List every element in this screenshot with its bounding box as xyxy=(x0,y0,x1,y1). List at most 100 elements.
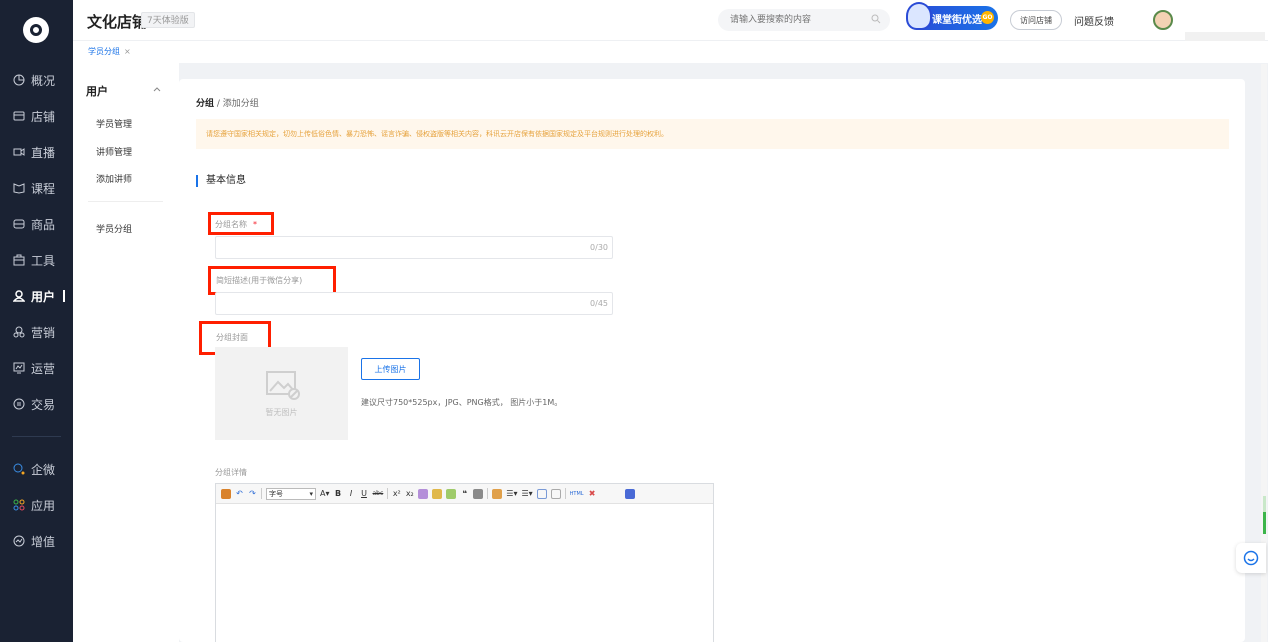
sidebar-item-label: 课程 xyxy=(31,181,56,196)
undo-icon[interactable]: ↶ xyxy=(235,488,244,499)
image-placeholder-icon xyxy=(266,371,300,400)
toolbar-separator xyxy=(564,488,566,499)
subnav-item-teacher-management[interactable]: 讲师管理 xyxy=(96,145,132,158)
fullscreen-icon[interactable] xyxy=(624,488,635,499)
sidebar-item-apps[interactable]: 应用 xyxy=(0,487,73,523)
promo-banner[interactable]: 课堂街优选 GO xyxy=(906,2,998,30)
sidebar-item-label: 营销 xyxy=(31,325,56,340)
sidebar-item-users[interactable]: 用户 xyxy=(0,278,73,314)
format-brush-icon[interactable] xyxy=(432,488,443,499)
search-input[interactable] xyxy=(718,9,890,31)
sidebar-item-label: 概况 xyxy=(31,73,56,88)
sidebar-divider xyxy=(12,436,61,437)
pie-chart-icon xyxy=(12,74,25,87)
editor-toolbar: ↶ ↷ 字号▾ A▾ B I U abc x² x₂ ❝ ☰▾ ☰▾ HTML xyxy=(216,484,713,504)
cover-placeholder[interactable]: 暂无图片 xyxy=(215,347,348,440)
shop-name: 文化店铺 xyxy=(87,13,148,31)
rich-text-editor[interactable]: ↶ ↷ 字号▾ A▾ B I U abc x² x₂ ❝ ☰▾ ☰▾ HTML xyxy=(215,483,714,642)
sidebar-item-goods[interactable]: 商品 xyxy=(0,206,73,242)
char-count: 0/30 xyxy=(590,243,608,252)
ordered-list-icon[interactable]: ☰▾ xyxy=(506,488,517,499)
paragraph-format-icon[interactable] xyxy=(492,488,503,499)
font-color-icon[interactable]: A▾ xyxy=(320,488,330,499)
bold-icon[interactable]: B xyxy=(334,488,343,499)
italic-icon[interactable]: I xyxy=(347,488,356,499)
no-image-text: 暂无图片 xyxy=(265,408,298,417)
underline-icon[interactable]: U xyxy=(360,488,369,499)
user-icon xyxy=(12,290,25,303)
upload-hint: 建议尺寸750*525px，JPG、PNG格式， 图片小于1M。 xyxy=(361,398,563,407)
value-added-icon xyxy=(12,535,25,548)
app-logo[interactable] xyxy=(23,17,49,43)
strikethrough-icon[interactable]: abc xyxy=(373,488,384,499)
promo-go-badge: GO xyxy=(981,11,994,24)
scroll-thumb[interactable] xyxy=(1263,512,1266,534)
sidebar-item-tools[interactable]: 工具 xyxy=(0,242,73,278)
section-title: 基本信息 xyxy=(196,175,246,187)
toolbar-separator xyxy=(387,488,389,499)
main-panel: 分组 / 添加分组 请您遵守国家相关规定，切勿上传低俗色情、暴力恐怖、谣言诈骗、… xyxy=(179,79,1245,642)
breadcrumb: 分组 / 添加分组 xyxy=(196,99,259,109)
close-icon[interactable]: × xyxy=(124,47,131,56)
sidebar-item-overview[interactable]: 概况 xyxy=(0,62,73,98)
sidebar-item-label: 店铺 xyxy=(31,109,56,124)
sidebar-item-label: 应用 xyxy=(31,498,56,513)
sidebar-item-operation[interactable]: 运营 xyxy=(0,350,73,386)
sidebar-item-trade[interactable]: 交易 xyxy=(0,386,73,422)
book-icon xyxy=(12,182,25,195)
sidebar-item-label: 用户 xyxy=(31,289,56,304)
feedback-link[interactable]: 问题反馈 xyxy=(1074,13,1114,28)
search-icon[interactable] xyxy=(871,14,881,24)
font-size-select[interactable]: 字号 ▾ xyxy=(266,487,316,500)
upload-image-button[interactable]: 上传图片 xyxy=(361,358,420,380)
eraser-icon[interactable] xyxy=(418,488,429,499)
marketing-icon xyxy=(12,326,25,339)
subnav-item-student-management[interactable]: 学员管理 xyxy=(96,117,132,130)
compliance-notice: 请您遵守国家相关规定，切勿上传低俗色情、暴力恐怖、谣言诈骗、侵权盗版等相关内容，… xyxy=(196,119,1229,149)
clear-format-icon[interactable]: ✖ xyxy=(588,488,597,499)
sidebar-item-store[interactable]: 店铺 xyxy=(0,98,73,134)
short-desc-input[interactable]: 0/45 xyxy=(215,292,613,315)
visit-store-button[interactable]: 访问店铺 xyxy=(1010,10,1062,30)
char-count: 0/45 xyxy=(590,299,608,308)
link-icon[interactable] xyxy=(536,488,547,499)
subnav-item-student-groups[interactable]: 学员分组 xyxy=(96,222,132,235)
unordered-list-icon[interactable]: ☰▾ xyxy=(521,488,532,499)
page-icon[interactable] xyxy=(550,488,561,499)
tab-bar: 学员分组 × xyxy=(73,41,1268,63)
operation-icon xyxy=(12,362,25,375)
avatar[interactable] xyxy=(1153,10,1173,30)
sidebar-item-label: 工具 xyxy=(31,253,56,268)
cover-label: 分组封面 xyxy=(216,333,248,342)
sidebar-item-label: 交易 xyxy=(31,397,56,412)
image-icon[interactable] xyxy=(221,488,231,499)
top-header: 文化店铺 7天体验版 课堂街优选 GO 访问店铺 问题反馈 xyxy=(73,0,1268,46)
toolbar-separator xyxy=(487,488,489,499)
chevron-up-icon[interactable] xyxy=(153,85,161,93)
main-sidebar: 概况 店铺 直播 课程 商品 工具 用户 营销 运营 交易 企微 应用 增值 xyxy=(0,0,73,642)
sidebar-item-course[interactable]: 课程 xyxy=(0,170,73,206)
active-indicator xyxy=(63,290,66,302)
subnav-item-add-teacher[interactable]: 添加讲师 xyxy=(96,172,132,185)
goods-icon xyxy=(12,218,25,231)
group-name-input[interactable]: 0/30 xyxy=(215,236,613,259)
redo-icon[interactable]: ↷ xyxy=(248,488,257,499)
table-icon[interactable] xyxy=(473,488,484,499)
sidebar-item-marketing[interactable]: 营销 xyxy=(0,314,73,350)
html-source-icon[interactable]: HTML xyxy=(570,488,584,499)
superscript-icon[interactable]: x² xyxy=(392,488,401,499)
tab-student-groups[interactable]: 学员分组 × xyxy=(88,46,131,57)
trade-icon xyxy=(12,398,25,411)
subnav-heading[interactable]: 用户 xyxy=(86,83,108,99)
floating-service-button[interactable] xyxy=(1236,543,1266,573)
sidebar-item-value-added[interactable]: 增值 xyxy=(0,523,73,559)
quote-icon[interactable]: ❝ xyxy=(460,488,469,499)
detail-label: 分组详情 xyxy=(215,468,247,477)
subscript-icon[interactable]: x₂ xyxy=(405,488,414,499)
group-name-label: 分组名称 * xyxy=(215,220,257,229)
breadcrumb-parent[interactable]: 分组 xyxy=(196,99,214,109)
sidebar-item-wecom[interactable]: 企微 xyxy=(0,451,73,487)
mascot-icon xyxy=(906,2,932,30)
sidebar-item-live[interactable]: 直播 xyxy=(0,134,73,170)
highlight-color-icon[interactable] xyxy=(446,488,457,499)
